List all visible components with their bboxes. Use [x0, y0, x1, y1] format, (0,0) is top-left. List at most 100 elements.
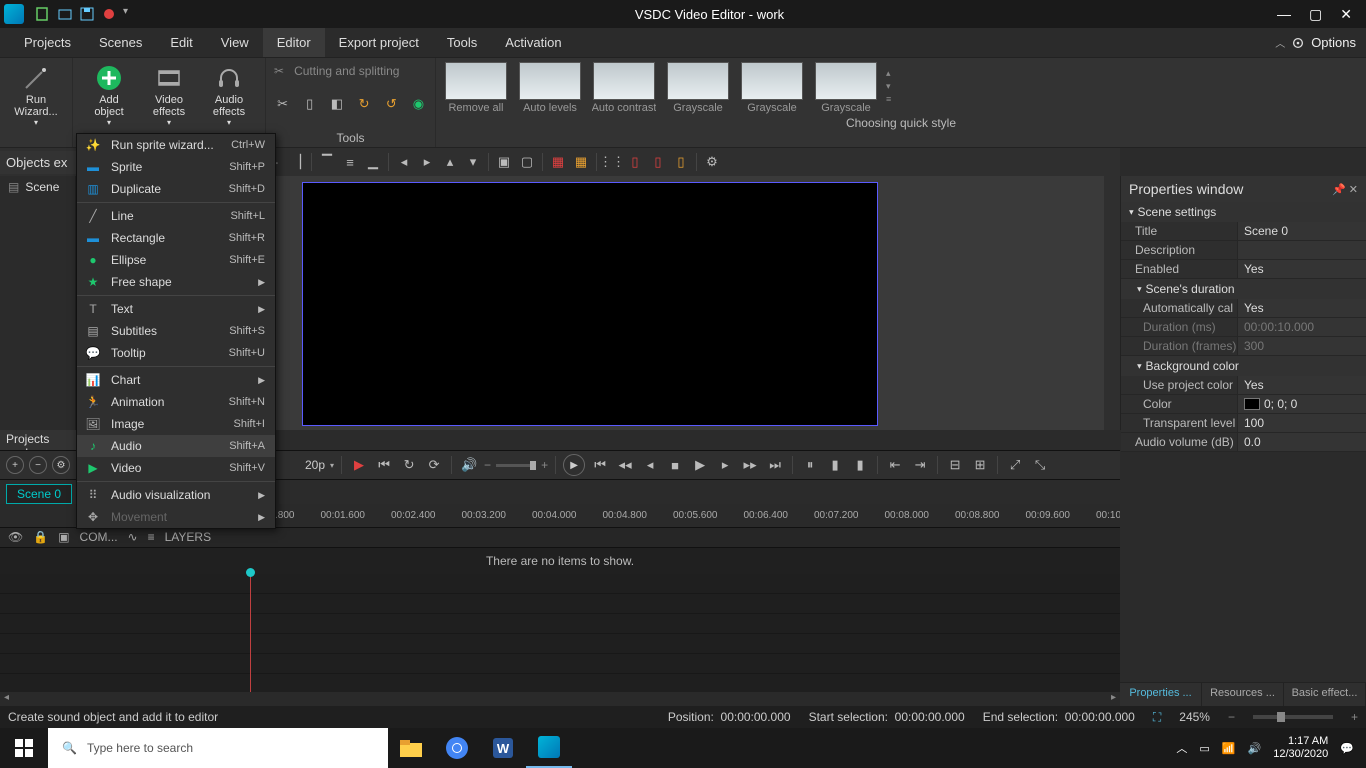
qat-record-icon[interactable] — [101, 6, 117, 22]
section-scene-settings[interactable]: Scene settings — [1121, 202, 1366, 222]
zoom-slider[interactable] — [1253, 715, 1333, 719]
marker1-icon[interactable]: ▮ — [825, 455, 845, 475]
taskbar-search[interactable]: 🔍 Type here to search — [48, 728, 388, 768]
skip-start-icon[interactable]: ⏮ — [374, 455, 394, 475]
scene-tab[interactable]: Scene 0 — [6, 484, 72, 504]
out-point-icon[interactable]: ⇥ — [910, 455, 930, 475]
tb-arr-up-icon[interactable]: ▴ — [440, 152, 460, 172]
battery-icon[interactable]: ▭ — [1199, 742, 1209, 755]
menu-item-run-sprite-wizard-[interactable]: ✨Run sprite wizard...Ctrl+W — [77, 134, 275, 156]
close-button[interactable]: ✕ — [1340, 6, 1352, 23]
menu-item-video[interactable]: ▶VideoShift+V — [77, 457, 275, 479]
prop-use-project-color[interactable]: Yes — [1237, 376, 1366, 395]
menu-editor[interactable]: Editor — [263, 28, 325, 57]
prev-frame-icon[interactable]: ◂ — [640, 455, 660, 475]
color-wheel-icon[interactable]: ◉ — [410, 94, 427, 114]
minimize-button[interactable]: — — [1277, 6, 1291, 23]
refresh-icon[interactable]: ⟳ — [424, 455, 444, 475]
tb-group-icon[interactable]: ▣ — [494, 152, 514, 172]
crop2-icon[interactable]: ◧ — [328, 94, 345, 114]
tray-clock[interactable]: 1:17 AM 12/30/2020 — [1273, 735, 1328, 761]
menu-item-animation[interactable]: 🏃AnimationShift+N — [77, 391, 275, 413]
step-back-icon[interactable]: ◂◂ — [615, 455, 635, 475]
menu-item-free-shape[interactable]: ★Free shape▶ — [77, 271, 275, 293]
stop-icon[interactable]: ■ — [665, 455, 685, 475]
fit1-icon[interactable]: ⤢ — [1005, 455, 1025, 475]
pin-icon[interactable]: 📌 ✕ — [1332, 183, 1358, 196]
wifi-icon[interactable]: 📶 — [1222, 742, 1236, 755]
taskbar-explorer[interactable] — [388, 728, 434, 768]
menu-item-audio-visualization[interactable]: ⠿Audio visualization▶ — [77, 484, 275, 506]
right-tab-1[interactable]: Resources ... — [1202, 683, 1284, 706]
record-icon[interactable]: ▶ — [349, 455, 369, 475]
folder-icon[interactable]: ▣ — [58, 530, 69, 544]
volume-tray-icon[interactable]: 🔊 — [1248, 742, 1262, 755]
qs-more-icon[interactable]: ≡ — [886, 94, 900, 104]
notifications-icon[interactable]: 💬 — [1340, 742, 1354, 755]
menubar-chevron-icon[interactable]: ︿ — [1275, 35, 1285, 50]
tb-arr-down-icon[interactable]: ▾ — [463, 152, 483, 172]
volume-slider[interactable] — [496, 464, 536, 467]
lock-icon[interactable]: 🔒 — [33, 530, 48, 544]
play-circle-button[interactable]: ▶ — [563, 454, 585, 476]
menu-item-line[interactable]: ╱LineShift+L — [77, 205, 275, 227]
quickstyle-grayscale[interactable]: Grayscale — [812, 62, 880, 114]
qs-down-icon[interactable]: ▾ — [886, 81, 900, 92]
menu-item-chart[interactable]: 📊Chart▶ — [77, 369, 275, 391]
menu-view[interactable]: View — [207, 28, 263, 57]
menu-tools[interactable]: Tools — [433, 28, 491, 57]
section-scene-duration[interactable]: Scene's duration — [1121, 279, 1366, 299]
menu-item-subtitles[interactable]: ▤SubtitlesShift+S — [77, 320, 275, 342]
qat-dropdown-icon[interactable]: ▾ — [123, 6, 139, 22]
pause-icon[interactable]: ⏸ — [800, 455, 820, 475]
tb-align-bot-icon[interactable]: ▁ — [363, 152, 383, 172]
goto-end-icon[interactable]: ⏭ — [765, 455, 785, 475]
quickstyle-remove-all[interactable]: Remove all — [442, 62, 510, 114]
menu-item-audio[interactable]: ♪AudioShift+A — [77, 435, 275, 457]
tb-align-right-icon[interactable]: ▕ — [286, 152, 306, 172]
zoom-fit-icon[interactable]: ⛶ — [1153, 710, 1161, 725]
video-canvas[interactable] — [302, 182, 878, 426]
tb-settings-icon[interactable]: ⚙ — [702, 152, 722, 172]
next-frame-icon[interactable]: ▸ — [715, 455, 735, 475]
menu-export-project[interactable]: Export project — [325, 28, 433, 57]
quickstyle-grayscale[interactable]: Grayscale — [664, 62, 732, 114]
snap2-icon[interactable]: ⊞ — [970, 455, 990, 475]
prop-color[interactable]: 0; 0; 0 — [1237, 395, 1366, 414]
prop-description[interactable] — [1237, 241, 1366, 260]
tb-ungroup-icon[interactable]: ▢ — [517, 152, 537, 172]
menu-activation[interactable]: Activation — [491, 28, 575, 57]
taskbar-chrome[interactable] — [434, 728, 480, 768]
qs-up-icon[interactable]: ▴ — [886, 68, 900, 79]
tb-sel1-icon[interactable]: ▯ — [625, 152, 645, 172]
tb-grid2-icon[interactable]: ▦ — [571, 152, 591, 172]
right-tab-2[interactable]: Basic effect... — [1284, 683, 1366, 706]
right-tab-0[interactable]: Properties ... — [1120, 683, 1202, 706]
prop-title[interactable]: Scene 0 — [1237, 222, 1366, 241]
menu-item-tooltip[interactable]: 💬TooltipShift+U — [77, 342, 275, 364]
loop-icon[interactable]: ↻ — [399, 455, 419, 475]
maximize-button[interactable]: ▢ — [1309, 6, 1322, 23]
taskbar-vsdc[interactable] — [526, 728, 572, 768]
timeline-tracks[interactable] — [0, 574, 1120, 693]
prop-transparent[interactable]: 100 — [1237, 414, 1366, 433]
step-fwd-icon[interactable]: ▸▸ — [740, 455, 760, 475]
options-button[interactable]: Options — [1311, 35, 1356, 50]
tray-chevron-icon[interactable]: ︿ — [1176, 740, 1187, 756]
prop-enabled[interactable]: Yes — [1237, 260, 1366, 279]
menu-item-rectangle[interactable]: ▬RectangleShift+R — [77, 227, 275, 249]
eye-icon[interactable]: 👁 — [8, 530, 23, 544]
menu-item-ellipse[interactable]: ●EllipseShift+E — [77, 249, 275, 271]
quickstyle-auto-levels[interactable]: Auto levels — [516, 62, 584, 114]
menu-scenes[interactable]: Scenes — [85, 28, 156, 57]
goto-start-icon[interactable]: ⏮ — [590, 455, 610, 475]
tb-arr-right-icon[interactable]: ▸ — [417, 152, 437, 172]
tb-sel2-icon[interactable]: ▯ — [648, 152, 668, 172]
play-icon[interactable]: ▶ — [690, 455, 710, 475]
prop-audio-volume[interactable]: 0.0 — [1237, 433, 1366, 452]
quickstyle-grayscale[interactable]: Grayscale — [738, 62, 806, 114]
audio-effects-button[interactable]: Audio effects▾ — [201, 64, 257, 127]
qat-save-icon[interactable] — [79, 6, 95, 22]
qat-open-icon[interactable] — [57, 6, 73, 22]
scene-tree-node[interactable]: ▤ Scene — [0, 176, 75, 198]
